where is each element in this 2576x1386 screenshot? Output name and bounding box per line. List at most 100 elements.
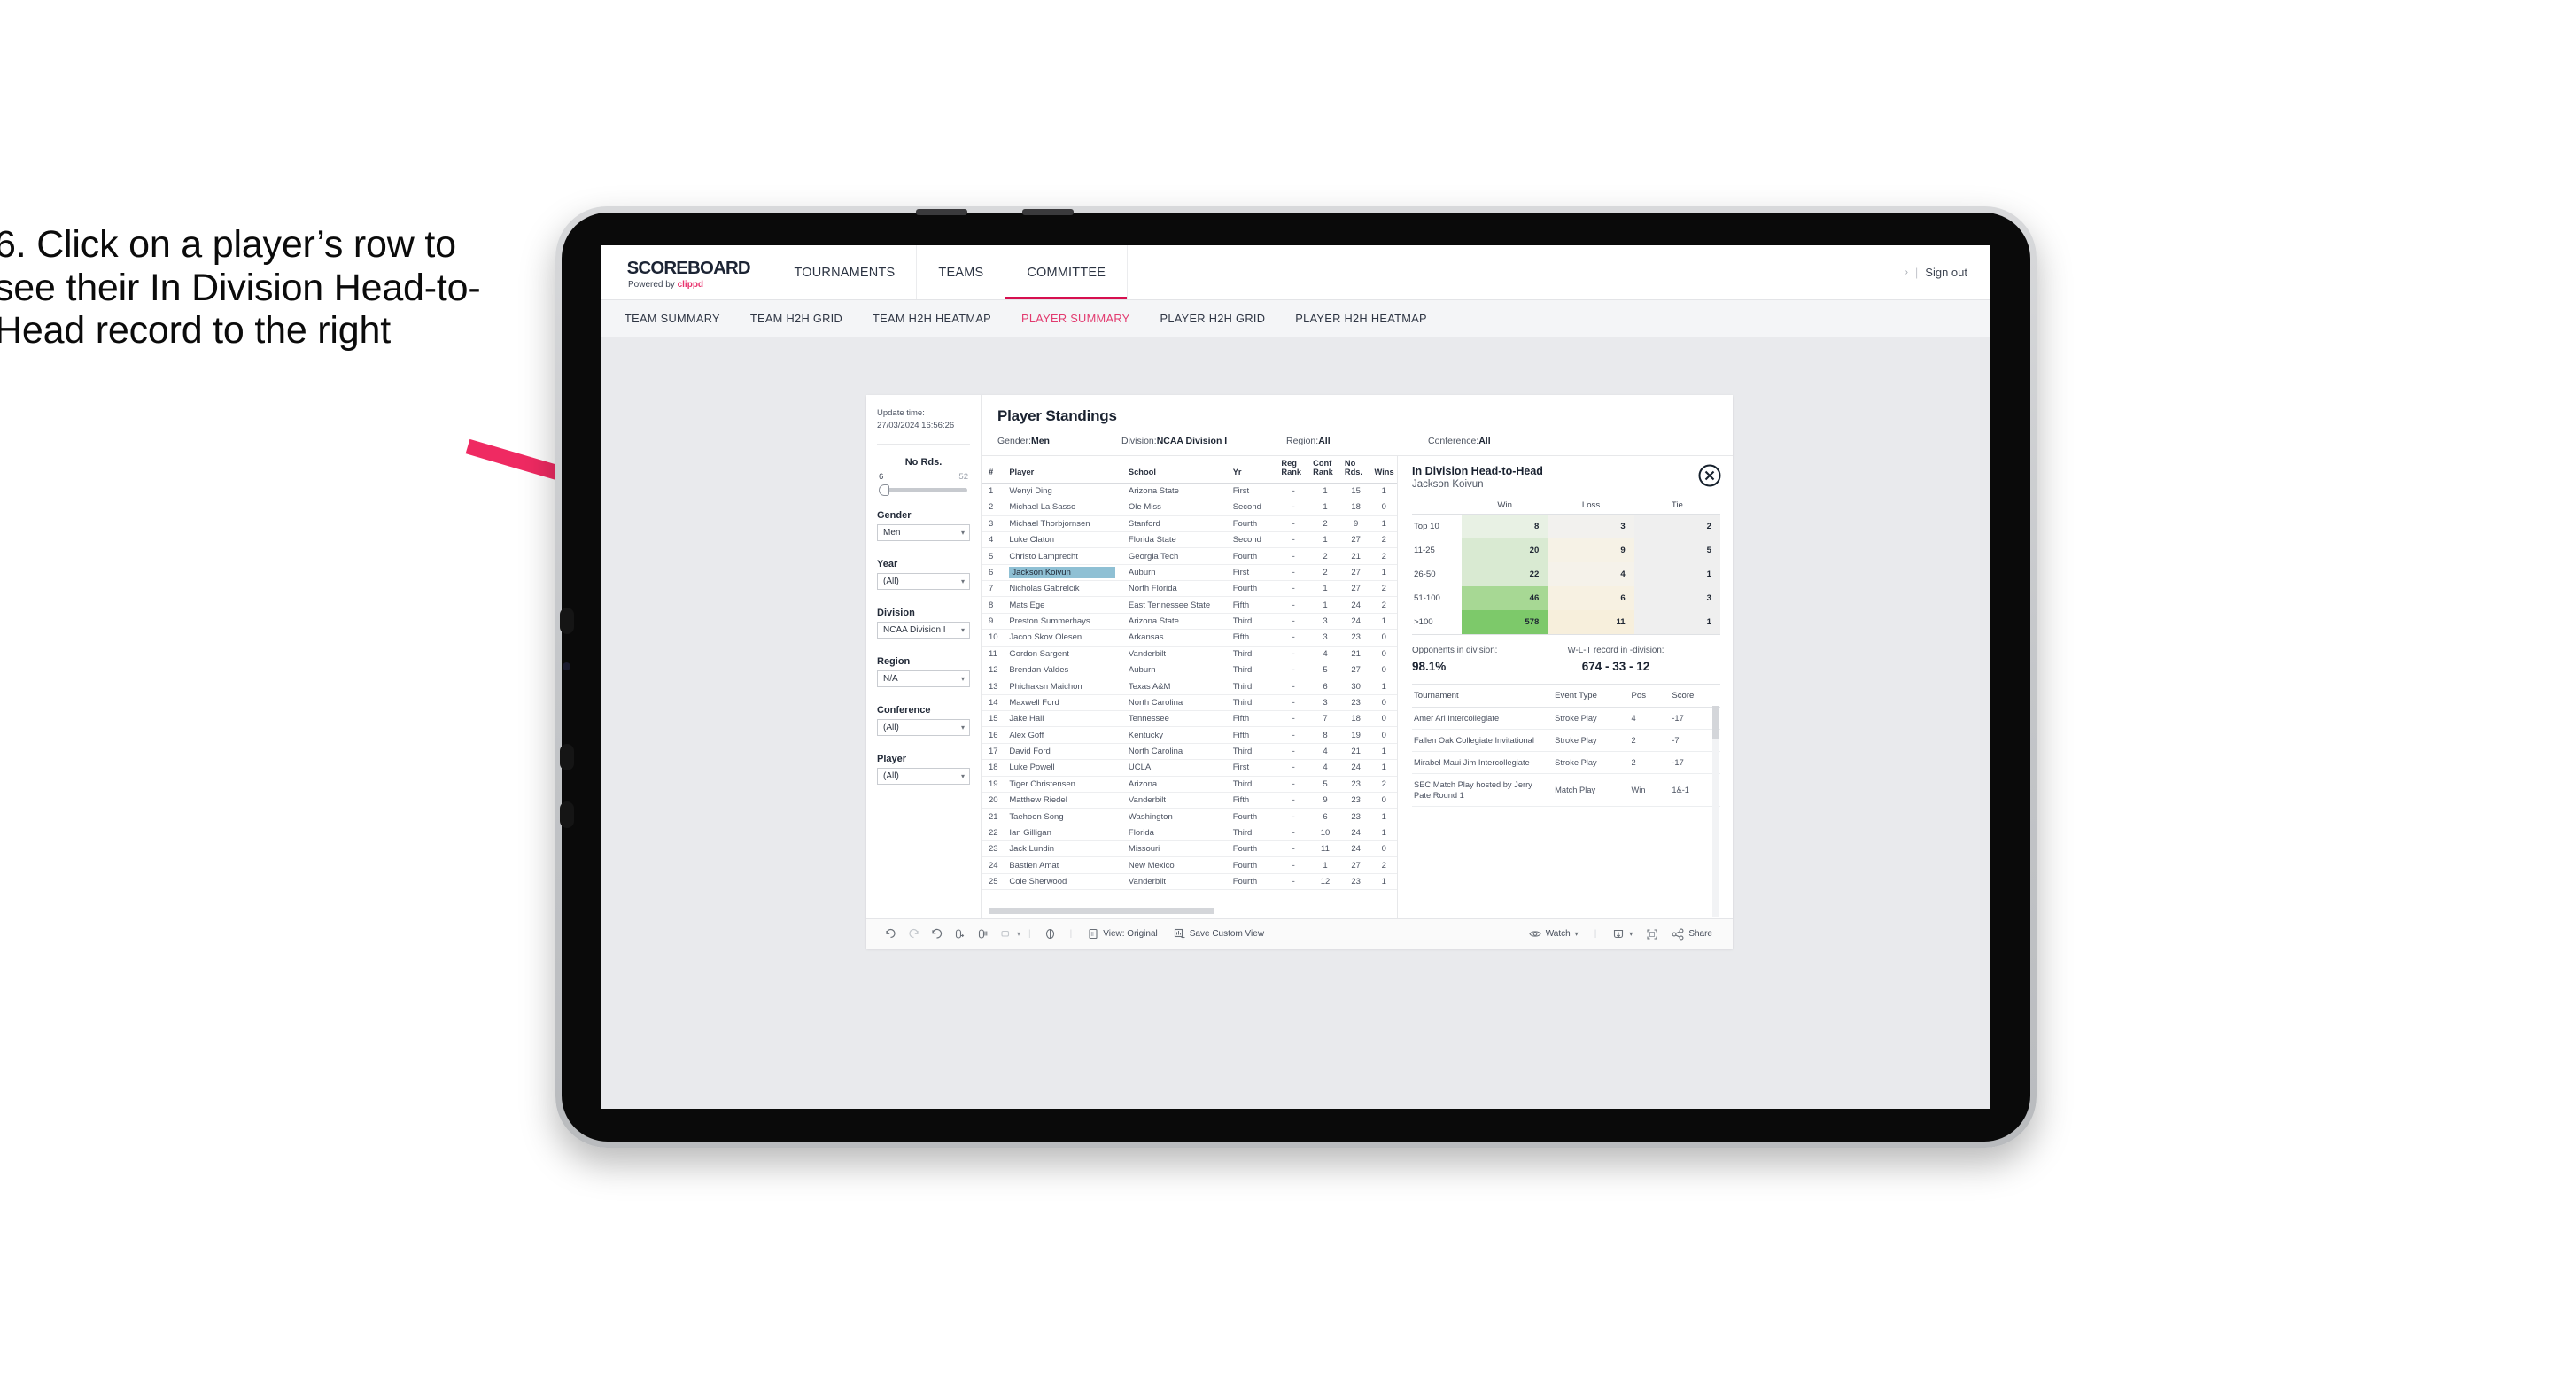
filter-player-select[interactable]: (All) ▾ [877, 767, 970, 785]
cell-no-rds: 23 [1340, 792, 1371, 809]
table-row[interactable]: 15 Jake Hall Tennessee Fifth -7 18 0 [982, 710, 1397, 728]
table-row[interactable]: 13 Phichaksn Maichon Texas A&M Third -6 30 1 [982, 678, 1397, 695]
table-horizontal-scrollbar[interactable] [982, 904, 1397, 918]
table-row[interactable]: 20 Matthew Riedel Vanderbilt Fifth -9 23 0 [982, 792, 1397, 809]
table-row[interactable]: 22 Ian Gilligan Florida Third -10 24 1 [982, 825, 1397, 842]
tab-team-h2h-heatmap[interactable]: TEAM H2H HEATMAP [873, 312, 991, 325]
cell-conf-rank: 4 [1309, 759, 1341, 777]
h2h-cell-loss: 3 [1548, 514, 1634, 538]
nav-item-committee[interactable]: COMMITTEE [1005, 245, 1129, 299]
filter-gender-select[interactable]: Men ▾ [877, 523, 970, 541]
tab-team-h2h-grid[interactable]: TEAM H2H GRID [750, 312, 842, 325]
tab-team-summary[interactable]: TEAM SUMMARY [625, 312, 720, 325]
table-row[interactable]: 14 Maxwell Ford North Carolina Third -3 23 0 [982, 694, 1397, 712]
tournament-row[interactable]: Amer Ari Intercollegiate Stroke Play 4 -17 [1412, 707, 1720, 731]
chevron-right-icon[interactable]: › [1905, 267, 1908, 277]
cell-player: Christo Lamprecht [1005, 547, 1125, 565]
tournament-row[interactable]: Mirabel Maui Jim Intercollegiate Stroke P… [1412, 751, 1720, 775]
table-row[interactable]: 2 Michael La Sasso Ole Miss Second -1 18 0 [982, 499, 1397, 516]
table-row[interactable]: 9 Preston Summerhays Arizona State Third -3 2… [982, 613, 1397, 631]
filter-division-select[interactable]: NCAA Division I ▾ [877, 621, 970, 639]
close-icon[interactable] [1697, 463, 1722, 488]
revert-icon[interactable] [925, 927, 948, 941]
filter-year-select[interactable]: (All) ▾ [877, 572, 970, 590]
tournament-row[interactable]: SEC Match Play hosted by Jerry Pate Roun… [1412, 773, 1720, 808]
tour-col-pos[interactable]: Pos [1629, 685, 1671, 708]
table-row[interactable]: 25 Cole Sherwood Vanderbilt Fourth -12 23 1 [982, 873, 1397, 891]
nav-item-teams[interactable]: TEAMS [917, 245, 1006, 299]
pause-updates-icon[interactable] [971, 927, 994, 941]
table-row[interactable]: 21 Taehoon Song Washington Fourth -6 23 1 [982, 808, 1397, 825]
brand-logo[interactable]: SCOREBOARD Powered by clippd [601, 245, 773, 299]
filter-conference-select[interactable]: (All) ▾ [877, 718, 970, 736]
table-row[interactable]: 1 Wenyi Ding Arizona State First -1 15 1 [982, 483, 1397, 500]
fullscreen-button[interactable] [1641, 928, 1664, 941]
filter-conference: Conference (All) ▾ [877, 705, 970, 736]
stat-record: W-L-T record in -division: 674 - 33 - 12 [1538, 646, 1720, 673]
tooltip-icon[interactable] [994, 927, 1017, 941]
table-row[interactable]: 19 Tiger Christensen Arizona Third -5 23 2 [982, 776, 1397, 793]
table-row[interactable]: 17 David Ford North Carolina Third -4 21 1 [982, 743, 1397, 761]
cell-conf-rank: 2 [1309, 564, 1341, 582]
cell-reg-rank: - [1277, 613, 1310, 631]
table-row[interactable]: 7 Nicholas Gabrelcik North Florida Fourth -1… [982, 580, 1397, 598]
col-reg-rank[interactable]: Reg Rank [1277, 456, 1310, 484]
tour-cell-type: Stroke Play [1553, 707, 1630, 731]
table-row[interactable]: 6 Jackson Koivun Auburn First -2 27 1 [982, 564, 1397, 582]
filter-region-select[interactable]: N/A ▾ [877, 670, 970, 687]
table-row[interactable]: 24 Bastien Amat New Mexico Fourth -1 27 2 [982, 856, 1397, 874]
h2h-cell-tie: 2 [1633, 514, 1720, 538]
cell-school: Ole Miss [1124, 499, 1230, 516]
download-button[interactable]: ▾ [1604, 928, 1641, 941]
history-icon[interactable] [1039, 927, 1062, 941]
player-standings-scroll[interactable]: # Player School Yr Reg Rank Conf Rank No… [982, 456, 1397, 904]
table-row[interactable]: 11 Gordon Sargent Vanderbilt Third -4 21 0 [982, 646, 1397, 662]
cell-rank: 21 [982, 808, 1006, 825]
standings-region: Player Standings Gender: Men Division: N… [982, 395, 1733, 918]
redo-icon[interactable] [902, 927, 925, 941]
cell-wins: 2 [1370, 776, 1397, 793]
table-scroll-thumb[interactable] [989, 908, 1214, 914]
table-row[interactable]: 16 Alex Goff Kentucky Fifth -8 19 0 [982, 726, 1397, 744]
nav-item-tournaments[interactable]: TOURNAMENTS [772, 245, 918, 299]
tournament-scroll-thumb[interactable] [1712, 706, 1719, 739]
table-row[interactable]: 23 Jack Lundin Missouri Fourth -11 24 0 [982, 840, 1397, 858]
table-row[interactable]: 10 Jacob Skov Olesen Arkansas Fifth -3 23 0 [982, 629, 1397, 647]
save-custom-view-button[interactable]: Save Custom View [1166, 928, 1272, 940]
table-row[interactable]: 4 Luke Claton Florida State Second -1 27 2 [982, 531, 1397, 549]
col-wins[interactable]: Wins [1370, 456, 1397, 484]
col-conf-rank[interactable]: Conf Rank [1309, 456, 1341, 484]
col-no-rds[interactable]: No Rds. [1340, 456, 1371, 484]
cell-wins: 0 [1370, 662, 1397, 679]
col-player[interactable]: Player [1005, 456, 1125, 484]
col-yr[interactable]: Yr [1229, 456, 1278, 484]
col-rank[interactable]: # [982, 456, 1006, 484]
tour-col-name[interactable]: Tournament [1412, 685, 1554, 708]
table-row[interactable]: 8 Mats Ege East Tennessee State Fifth -1 24 2 [982, 596, 1397, 614]
table-row[interactable]: 5 Christo Lamprecht Georgia Tech Fourth -2 21… [982, 547, 1397, 565]
share-button[interactable]: Share [1664, 928, 1720, 941]
table-row[interactable]: 18 Luke Powell UCLA First -4 24 1 [982, 759, 1397, 777]
cell-conf-rank: 2 [1309, 515, 1341, 532]
undo-icon[interactable] [879, 927, 902, 941]
tournament-row[interactable]: Fallen Oak Collegiate Invitational Stroke… [1412, 729, 1720, 753]
cell-rank: 18 [982, 759, 1006, 777]
view-original-button[interactable]: View: Original [1080, 928, 1166, 940]
tour-col-type[interactable]: Event Type [1553, 685, 1630, 708]
tour-col-score[interactable]: Score [1670, 685, 1720, 708]
no-rds-label: No Rds. [904, 456, 943, 468]
col-school[interactable]: School [1124, 456, 1230, 484]
no-rds-slider[interactable] [879, 484, 967, 496]
screenshot-stage: 6. Click on a player’s row to see their … [0, 0, 2576, 1386]
tab-player-h2h-grid[interactable]: PLAYER H2H GRID [1160, 312, 1266, 325]
cell-rank: 11 [982, 646, 1006, 662]
table-row[interactable]: 12 Brendan Valdes Auburn Third -5 27 0 [982, 662, 1397, 679]
no-rds-slider-handle[interactable] [879, 484, 889, 496]
watch-button[interactable]: Watch ▾ [1521, 929, 1587, 939]
table-row[interactable]: 3 Michael Thorbjornsen Stanford Fourth -2 9 1 [982, 515, 1397, 532]
refresh-data-icon[interactable] [948, 927, 971, 941]
meta-region-label: Region: [1286, 436, 1319, 446]
tab-player-summary[interactable]: PLAYER SUMMARY [1021, 312, 1129, 325]
sign-out-link[interactable]: Sign out [1925, 266, 1967, 279]
tab-player-h2h-heatmap[interactable]: PLAYER H2H HEATMAP [1295, 312, 1427, 325]
